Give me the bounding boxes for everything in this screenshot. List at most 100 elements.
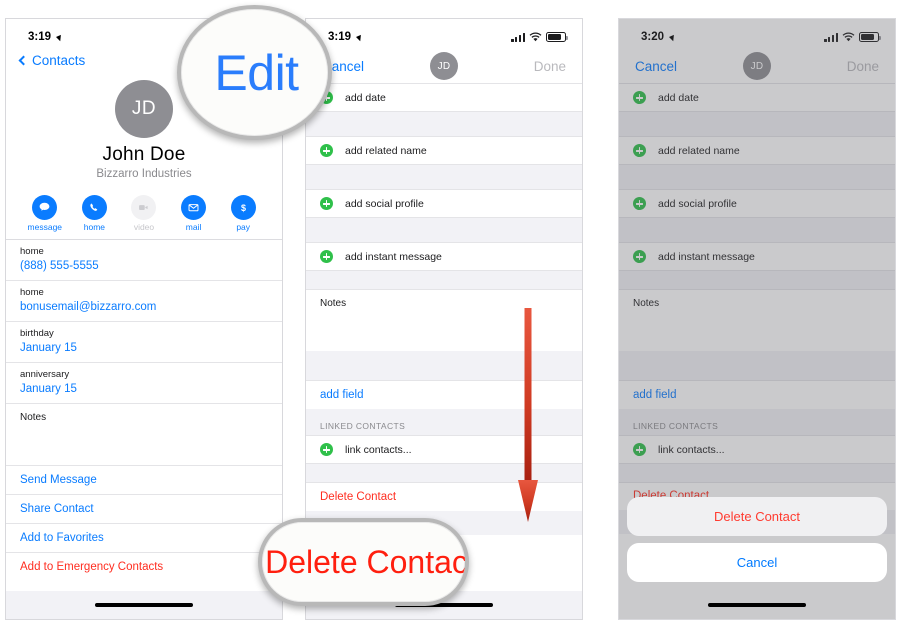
- plus-circle-icon: [320, 197, 333, 210]
- table-row[interactable]: home bonusemail@bizzarro.com: [6, 280, 282, 321]
- section-spacer: [619, 165, 895, 189]
- plus-circle-icon: [633, 144, 646, 157]
- field-value[interactable]: January 15: [20, 381, 268, 397]
- add-related-name-row[interactable]: add related name: [619, 136, 895, 165]
- dollar-sign-icon: $: [230, 195, 256, 220]
- link-contacts-label: link contacts...: [658, 443, 725, 456]
- cellular-signal-icon: [824, 32, 838, 42]
- share-contact-button[interactable]: Share Contact: [6, 494, 282, 523]
- location-arrow-icon: [669, 32, 677, 42]
- section-spacer: [619, 112, 895, 136]
- add-instant-message-row[interactable]: add instant message: [619, 242, 895, 271]
- section-spacer: [306, 218, 582, 242]
- add-social-profile-row[interactable]: add social profile: [619, 189, 895, 218]
- add-field-button[interactable]: add field: [306, 380, 582, 409]
- status-bar-right: [824, 32, 881, 42]
- action-call-home-label: home: [83, 222, 106, 232]
- edit-nav-bar: Cancel JD Done: [619, 49, 895, 83]
- clock-time: 3:19: [28, 31, 52, 43]
- envelope-icon: [181, 195, 207, 220]
- table-row[interactable]: home (888) 555-5555: [6, 239, 282, 280]
- avatar[interactable]: JD: [743, 52, 771, 80]
- location-arrow-icon: [356, 32, 364, 42]
- section-spacer: [306, 112, 582, 136]
- delete-contact-button[interactable]: Delete Contact: [306, 482, 582, 511]
- action-sheet-cancel-button[interactable]: Cancel: [627, 543, 887, 582]
- notes-row[interactable]: Notes: [6, 403, 282, 465]
- link-contacts-row[interactable]: link contacts...: [619, 435, 895, 464]
- contact-organization: Bizzarro Industries: [96, 168, 192, 180]
- link-contacts-label: link contacts...: [345, 443, 412, 456]
- clock-time: 3:20: [641, 31, 665, 43]
- add-date-row[interactable]: add date: [306, 83, 582, 112]
- status-bar-left: 3:19: [28, 31, 64, 43]
- field-value[interactable]: bonusemail@bizzarro.com: [20, 299, 268, 315]
- status-bar: 3:19: [306, 19, 582, 49]
- add-related-name-label: add related name: [345, 144, 427, 157]
- field-value[interactable]: January 15: [20, 340, 268, 356]
- home-indicator[interactable]: [95, 603, 193, 607]
- home-indicator[interactable]: [708, 603, 806, 607]
- section-spacer: [619, 218, 895, 242]
- action-sheet-destructive-group: Delete Contact: [627, 497, 887, 536]
- plus-circle-icon: [320, 443, 333, 456]
- contact-name: John Doe: [102, 144, 186, 165]
- action-video-label: video: [133, 222, 155, 232]
- status-bar-left: 3:19: [328, 31, 364, 43]
- add-instant-message-label: add instant message: [658, 250, 755, 263]
- magnifier-glass: Edit: [177, 5, 332, 140]
- add-to-favorites-button[interactable]: Add to Favorites: [6, 523, 282, 552]
- field-value[interactable]: (888) 555-5555: [20, 258, 268, 274]
- add-related-name-row[interactable]: add related name: [306, 136, 582, 165]
- plus-circle-icon: [633, 443, 646, 456]
- add-social-profile-label: add social profile: [345, 197, 424, 210]
- action-video: video: [122, 195, 166, 232]
- chevron-left-icon: [18, 55, 29, 66]
- linked-contacts-section-header: LINKED CONTACTS: [306, 409, 582, 435]
- edit-fields-list: add date add related name add social pro…: [306, 83, 582, 535]
- add-instant-message-row[interactable]: add instant message: [306, 242, 582, 271]
- avatar[interactable]: JD: [430, 52, 458, 80]
- add-to-emergency-contacts-button[interactable]: Add to Emergency Contacts: [6, 552, 282, 581]
- field-label: birthday: [20, 328, 54, 339]
- notes-row[interactable]: Notes: [306, 289, 582, 351]
- avatar: JD: [115, 80, 173, 138]
- done-button[interactable]: Done: [847, 59, 879, 74]
- link-contacts-row[interactable]: link contacts...: [306, 435, 582, 464]
- table-row[interactable]: birthday January 15: [6, 321, 282, 362]
- action-pay[interactable]: $ pay: [221, 195, 265, 232]
- field-label: home: [20, 287, 44, 298]
- add-field-button[interactable]: add field: [619, 380, 895, 409]
- callout-magnifier-edit: Edit: [177, 5, 332, 140]
- action-pay-label: pay: [236, 222, 251, 232]
- delete-action-sheet: Delete Contact Cancel: [627, 497, 887, 589]
- notes-label: Notes: [633, 298, 660, 309]
- message-bubble-icon: [32, 195, 58, 220]
- wifi-icon: [529, 32, 542, 42]
- phone-screen-delete-confirmation: 3:20 Cancel JD Done add date add related…: [618, 18, 896, 620]
- linked-contacts-section-header: LINKED CONTACTS: [619, 409, 895, 435]
- action-mail[interactable]: mail: [172, 195, 216, 232]
- add-social-profile-label: add social profile: [658, 197, 737, 210]
- add-social-profile-row[interactable]: add social profile: [306, 189, 582, 218]
- cancel-button[interactable]: Cancel: [635, 59, 677, 74]
- confirm-delete-contact-button[interactable]: Delete Contact: [627, 497, 887, 536]
- action-mail-label: mail: [185, 222, 202, 232]
- plus-circle-icon: [320, 250, 333, 263]
- send-message-button[interactable]: Send Message: [6, 465, 282, 494]
- section-spacer: [306, 165, 582, 189]
- notes-row[interactable]: Notes: [619, 289, 895, 351]
- add-date-row[interactable]: add date: [619, 83, 895, 112]
- plus-circle-icon: [320, 144, 333, 157]
- add-instant-message-label: add instant message: [345, 250, 442, 263]
- quick-action-row: message home video mail $ pay: [6, 190, 282, 239]
- add-date-label: add date: [658, 91, 699, 104]
- done-button[interactable]: Done: [534, 59, 566, 74]
- action-call-home[interactable]: home: [72, 195, 116, 232]
- table-row[interactable]: anniversary January 15: [6, 362, 282, 403]
- plus-circle-icon: [633, 250, 646, 263]
- section-spacer: [619, 271, 895, 289]
- home-indicator-area: [619, 591, 895, 619]
- contact-fields-list: home (888) 555-5555 home bonusemail@bizz…: [6, 239, 282, 581]
- action-message[interactable]: message: [23, 195, 67, 232]
